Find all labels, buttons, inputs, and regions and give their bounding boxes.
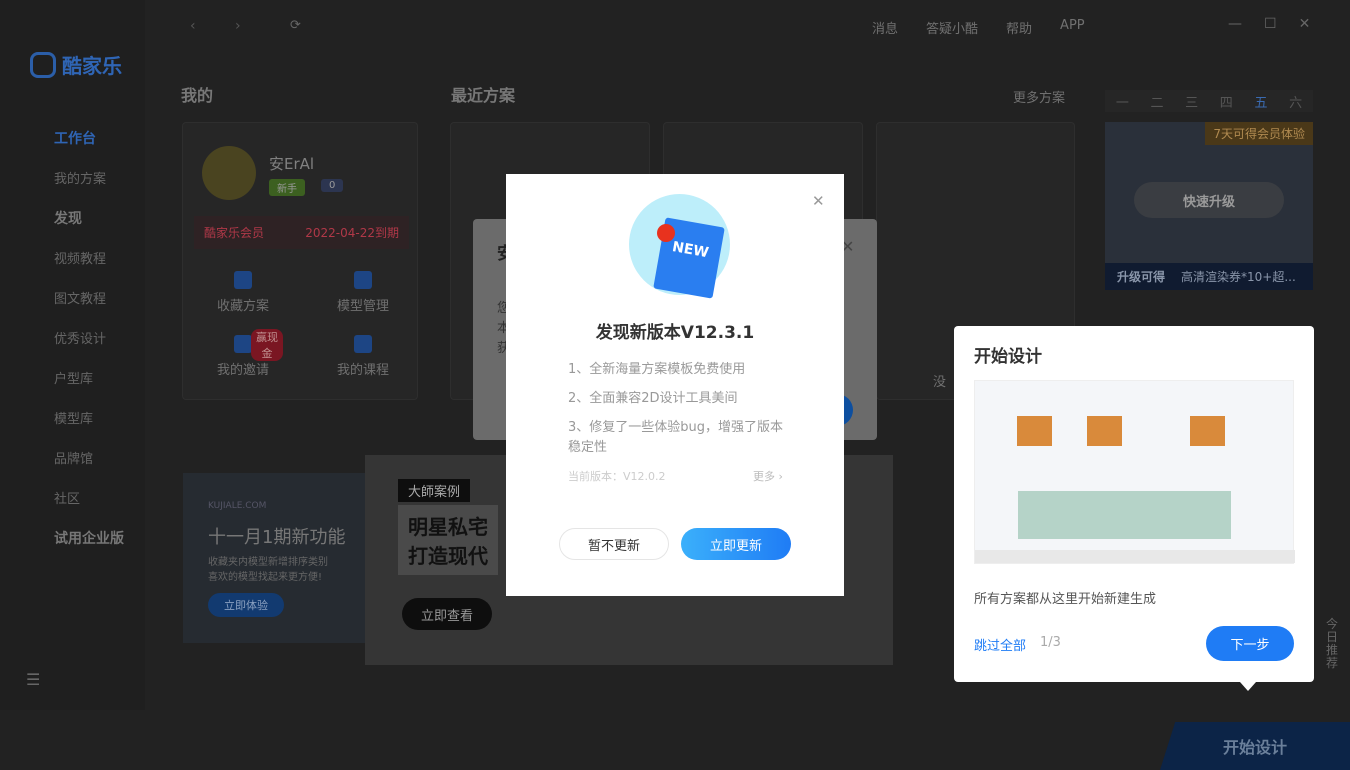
next-step-button[interactable]: 下一步: [1206, 626, 1294, 661]
quick-upgrade-button[interactable]: 快速升级: [1134, 182, 1284, 218]
help-link[interactable]: 帮助: [1006, 18, 1032, 37]
later-button[interactable]: 暂不更新: [559, 528, 669, 560]
messages-link[interactable]: 消息: [872, 18, 898, 37]
start-design-button[interactable]: 开始设计: [1160, 722, 1350, 770]
action-3[interactable]: 我的课程: [323, 335, 403, 378]
sidebar-item[interactable]: 视频教程: [54, 248, 106, 267]
today-recommend[interactable]: 今日推荐: [1326, 618, 1340, 670]
maximize-button[interactable]: ☐: [1264, 16, 1277, 32]
weekday-tab[interactable]: 五: [1254, 92, 1267, 111]
count-badge: 0: [321, 179, 344, 192]
sidebar-item[interactable]: 优秀设计: [54, 328, 106, 347]
invite-icon: [234, 335, 252, 353]
sidebar-item[interactable]: 发现: [54, 208, 82, 228]
topbar-links: 消息 答疑小酷 帮助 APP: [872, 18, 1085, 37]
try-now-button[interactable]: 立即体验: [208, 593, 284, 617]
tour-preview-image: [974, 380, 1295, 564]
update-now-button[interactable]: 立即更新: [681, 528, 791, 560]
view-now-button[interactable]: 立即查看: [402, 598, 492, 630]
action-0[interactable]: 收藏方案: [203, 271, 283, 314]
support-link[interactable]: 答疑小酷: [926, 18, 978, 37]
more-link[interactable]: 更多 ›: [753, 468, 783, 484]
update-dialog: ✕ NEW 发现新版本V12.3.1 1、全新海量方案模板免费使用 2、全面兼容…: [506, 174, 844, 596]
action-2[interactable]: 我的邀请 赢现金: [203, 329, 283, 378]
close-icon[interactable]: ✕: [812, 192, 825, 210]
mine-title: 我的: [181, 86, 214, 105]
star-icon: [234, 271, 252, 289]
weekday-tab[interactable]: 二: [1150, 92, 1163, 111]
weekday-tab[interactable]: 六: [1289, 92, 1302, 111]
new-version-illustration: NEW: [629, 194, 730, 299]
sidebar-item[interactable]: 户型库: [54, 368, 93, 387]
sidebar-item[interactable]: 社区: [54, 488, 80, 507]
action-1[interactable]: 模型管理: [323, 271, 403, 314]
app-link[interactable]: APP: [1060, 18, 1085, 37]
logo-icon: [30, 51, 56, 78]
promo-tag: 赢现金: [251, 329, 283, 361]
forward-button[interactable]: ›: [235, 18, 241, 34]
sidebar-item[interactable]: 模型库: [54, 408, 93, 427]
layout-icon: [354, 271, 372, 289]
sidebar-item[interactable]: 试用企业版: [54, 528, 124, 548]
more-plans-link[interactable]: 更多方案: [1013, 87, 1065, 106]
minimize-button[interactable]: —: [1228, 16, 1242, 32]
member-strip[interactable]: 酷家乐会员 2022-04-22到期: [194, 216, 409, 249]
back-button[interactable]: ‹: [190, 18, 196, 34]
recent-title: 最近方案: [451, 86, 516, 105]
menu-icon[interactable]: ☰: [26, 670, 40, 689]
sidebar: 酷家乐 工作台我的方案发现视频教程图文教程优秀设计户型库模型库品牌馆社区试用企业…: [0, 0, 145, 710]
logo: 酷家乐: [30, 50, 122, 79]
sidebar-item[interactable]: 图文教程: [54, 288, 106, 307]
weekday-tab[interactable]: 三: [1185, 92, 1198, 111]
avatar[interactable]: [202, 146, 256, 200]
play-icon: [354, 335, 372, 353]
level-badge: 新手: [269, 179, 305, 196]
download-icon: [657, 224, 675, 242]
weekday-tab[interactable]: 四: [1220, 92, 1233, 111]
mine-card: 安ErAl 新手 0 酷家乐会员 2022-04-22到期 收藏方案 模型管理 我的邀…: [182, 122, 418, 400]
close-window-button[interactable]: ✕: [1299, 16, 1311, 32]
weekday-tabs: 一二三四五六: [1105, 90, 1313, 112]
weekday-tab[interactable]: 一: [1116, 92, 1129, 111]
sidebar-item[interactable]: 我的方案: [54, 168, 106, 187]
popover-arrow: [1240, 682, 1256, 691]
tour-popover: 开始设计 所有方案都从这里开始新建生成 跳过全部 1/3 下一步: [954, 326, 1314, 682]
sidebar-item[interactable]: 工作台: [54, 128, 96, 148]
sidebar-item[interactable]: 品牌馆: [54, 448, 93, 467]
promo-card: 7天可得会员体验 快速升级 升级可得 高清渲染券*10+超...: [1105, 122, 1313, 290]
refresh-icon[interactable]: ⟳: [290, 18, 301, 33]
step-indicator: 1/3: [1040, 635, 1061, 650]
username: 安ErAl: [269, 155, 315, 173]
feature-banner[interactable]: KUJIALE.COM 十一月1期新功能 收藏夹内模型新增排序类别 喜欢的模型找…: [183, 473, 365, 643]
skip-all-link[interactable]: 跳过全部: [974, 635, 1026, 654]
